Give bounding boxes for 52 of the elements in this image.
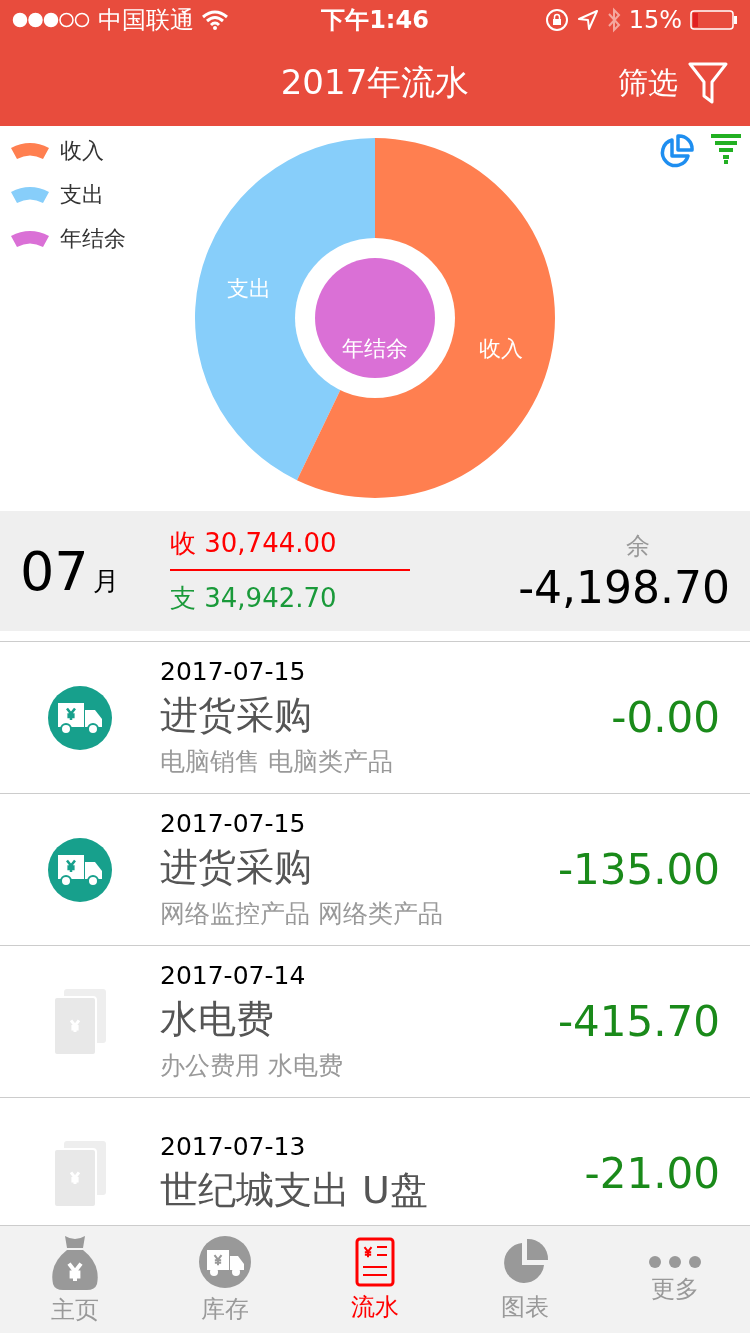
- balance-label: 余: [626, 530, 650, 562]
- transaction-title: 水电费: [160, 996, 275, 1043]
- page-title: 2017年流水: [280, 61, 470, 104]
- transaction-amount: -415.70: [557, 997, 720, 1046]
- transaction-amount: -135.00: [557, 845, 720, 894]
- wifi-icon: [202, 10, 228, 30]
- clock-time: 下午1:46: [321, 5, 429, 36]
- slice-label: 收入: [479, 336, 523, 361]
- battery-percent: 15%: [628, 6, 682, 34]
- legend-label: 支出: [60, 181, 104, 209]
- tab-item[interactable]: 库存: [150, 1226, 300, 1333]
- transaction-tags: 办公费用 水电费: [160, 1049, 558, 1082]
- more-icon: [648, 1254, 702, 1269]
- rotation-lock-icon: [544, 8, 569, 32]
- truck-icon: [48, 685, 112, 750]
- ledger-icon: [355, 1236, 395, 1287]
- transaction-date: 2017-07-14: [160, 961, 307, 990]
- slice-label: 年结余: [342, 336, 408, 361]
- location-icon: [576, 9, 599, 31]
- transaction-date: 2017-07-15: [160, 809, 307, 838]
- tab-item[interactable]: 更多: [600, 1226, 750, 1333]
- battery-icon: [690, 10, 738, 30]
- balance-amount: -4,198.70: [518, 561, 730, 613]
- transaction-tags: 网络监控产品 网络类产品: [160, 897, 558, 930]
- carrier-name: 中国联通: [98, 5, 194, 36]
- transaction-date: 2017-07-13: [160, 1131, 307, 1161]
- bluetooth-icon: [606, 7, 621, 33]
- month-number: 07: [20, 539, 89, 603]
- transaction-tags: 电脑销售 电脑类产品: [160, 745, 612, 778]
- tab-item[interactable]: 流水: [300, 1226, 450, 1333]
- truck-icon: [48, 837, 112, 902]
- filter-icon: [688, 62, 728, 104]
- transaction-amount: -21.00: [584, 1149, 720, 1198]
- signal-icon: [12, 12, 90, 28]
- truck-icon: [198, 1234, 252, 1289]
- tab-item[interactable]: 主页: [0, 1226, 150, 1333]
- month-unit: 月: [92, 564, 119, 598]
- legend-label: 年结余: [60, 225, 126, 253]
- income-total: 收 30,744.00: [170, 526, 410, 571]
- transaction-title: 进货采购: [160, 844, 313, 891]
- transaction-date: 2017-07-15: [160, 657, 307, 686]
- tab-item[interactable]: 图表: [450, 1226, 600, 1333]
- expense-total: 支 34,942.70: [170, 582, 338, 615]
- legend-label: 收入: [60, 137, 104, 165]
- transaction-title: 进货采购: [160, 692, 313, 739]
- transaction-amount: -0.00: [611, 693, 720, 742]
- filter-button[interactable]: 筛选: [618, 62, 728, 104]
- transaction-title: 世纪城支出 U盘: [160, 1166, 429, 1214]
- slice-label: 支出: [227, 276, 271, 301]
- sort-icon[interactable]: [710, 134, 742, 164]
- money-bag-icon: [49, 1233, 101, 1290]
- pie-chart-icon[interactable]: [658, 134, 694, 170]
